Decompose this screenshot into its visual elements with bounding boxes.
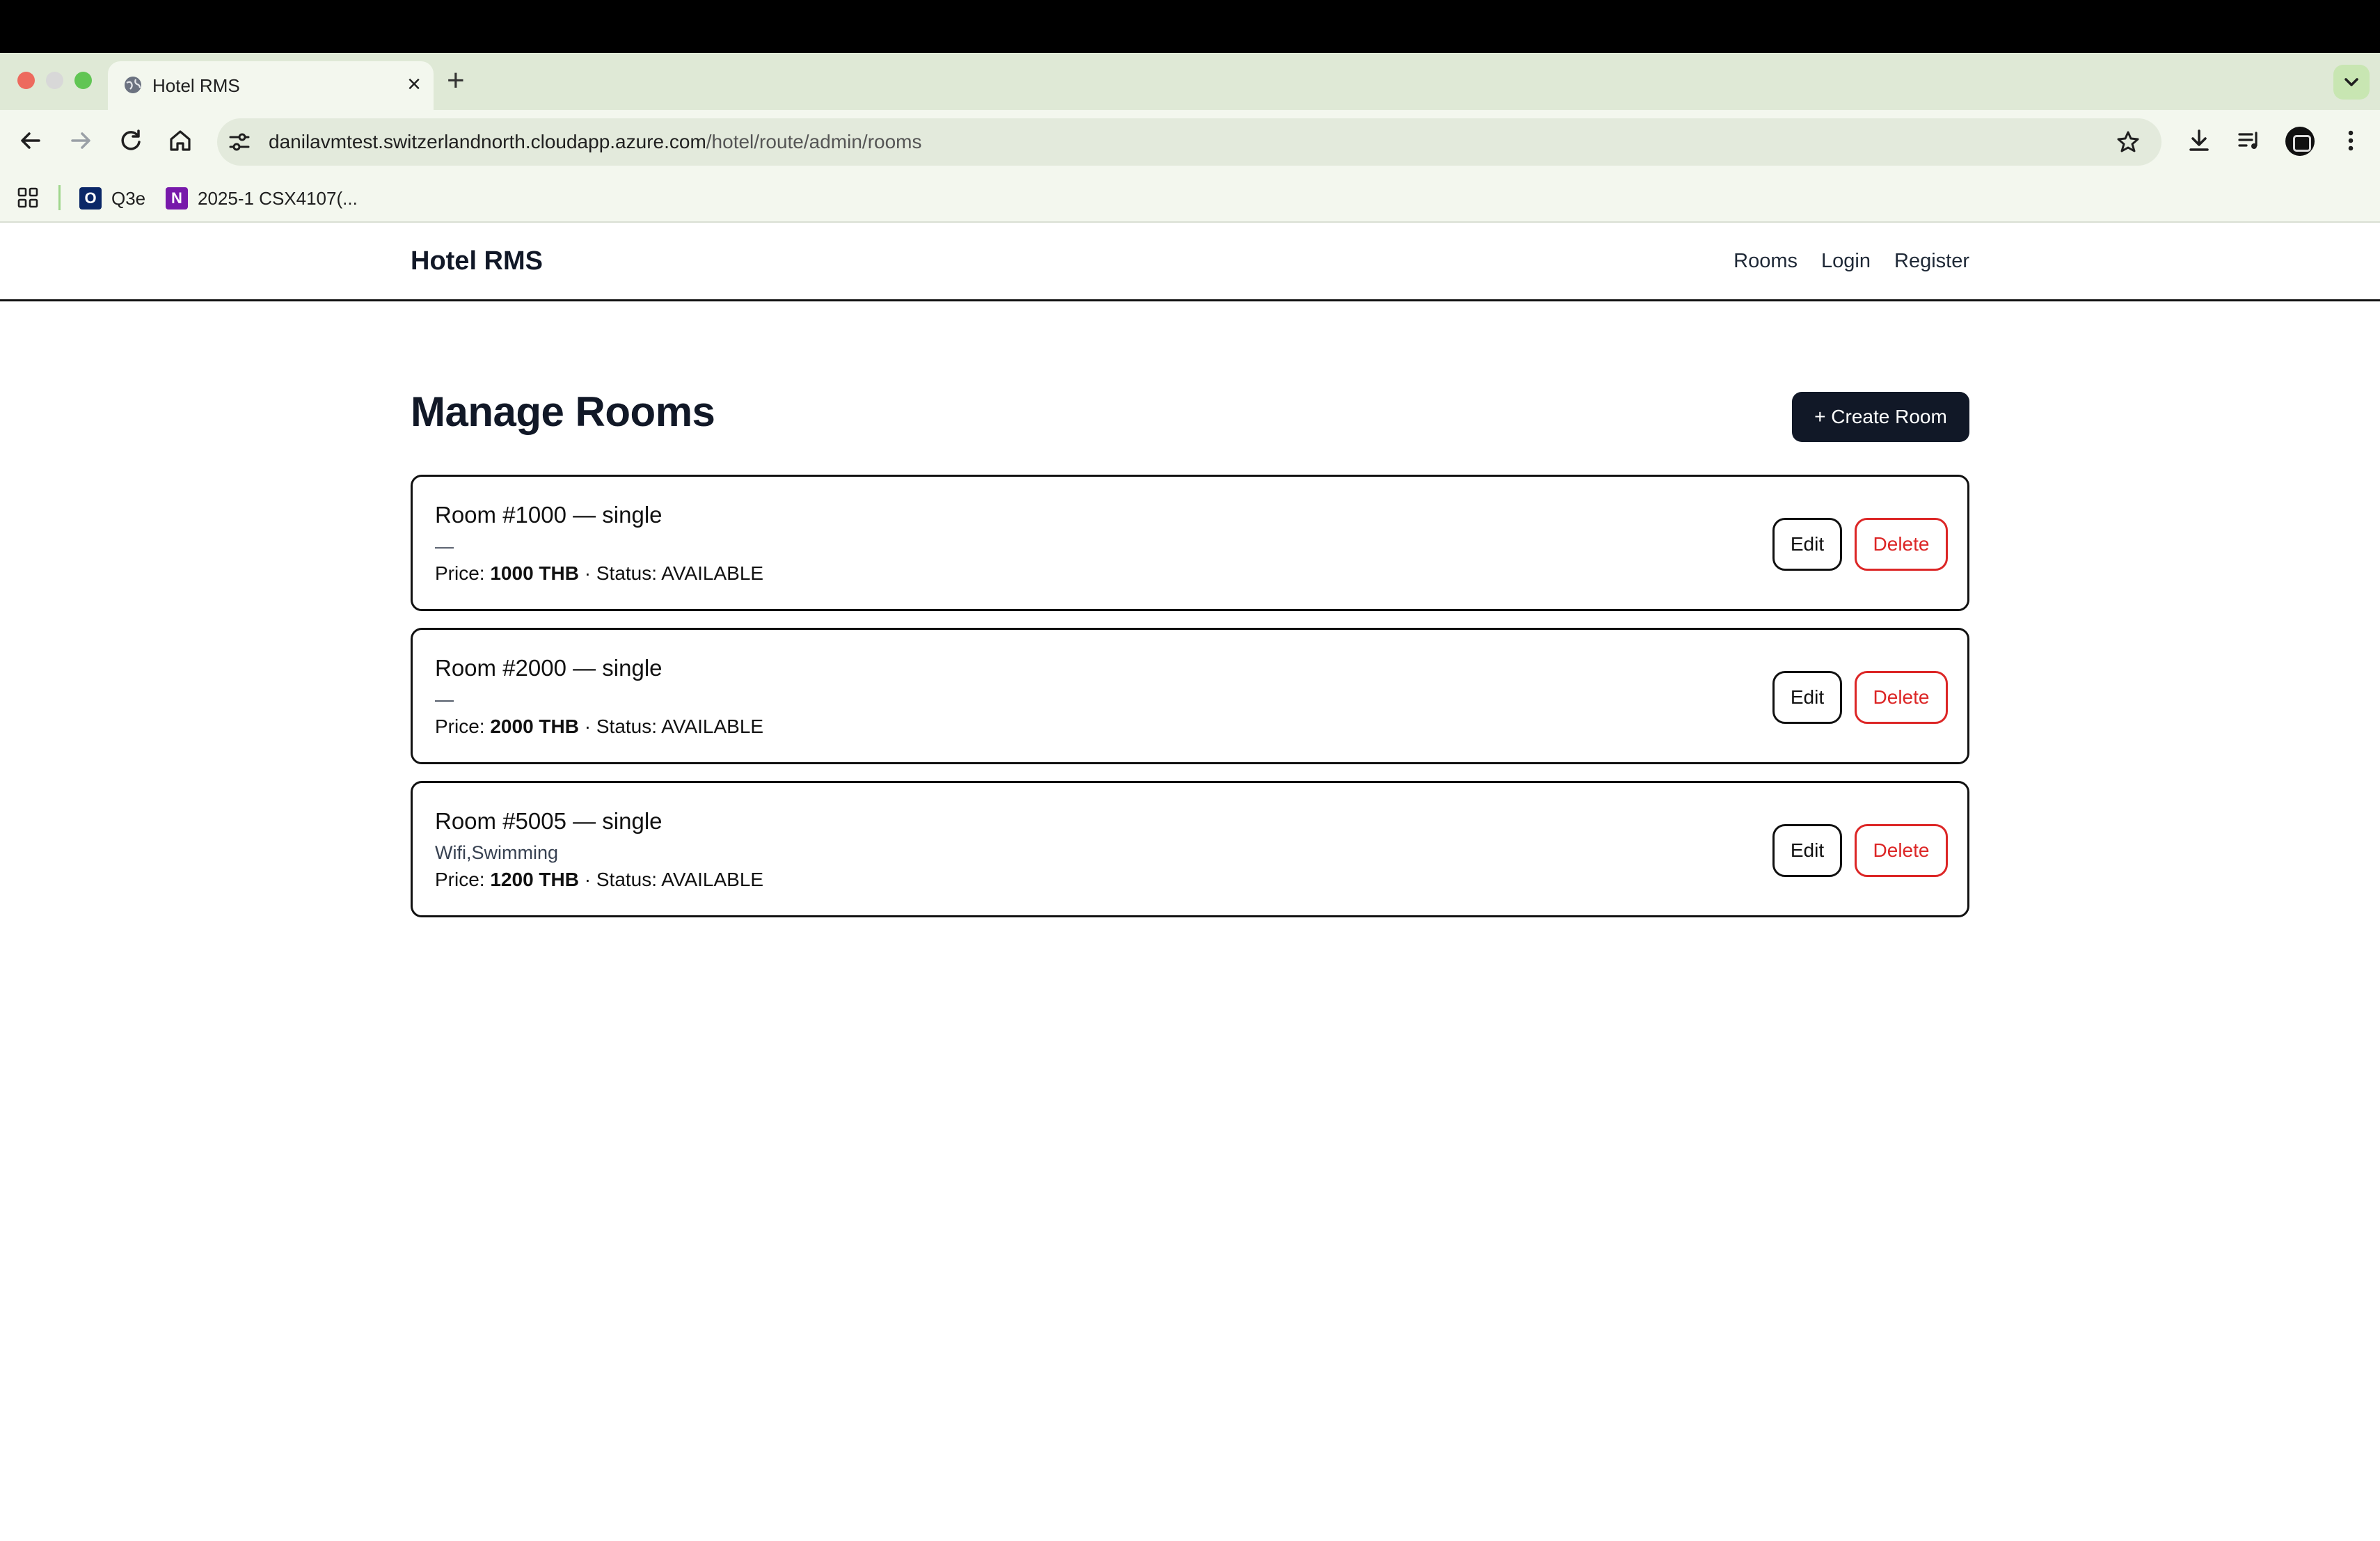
profile-avatar[interactable]	[2285, 127, 2315, 156]
bookmark-label: 2025-1 CSX4107(...	[198, 187, 358, 209]
edit-room-button[interactable]: Edit	[1772, 824, 1842, 877]
address-bar[interactable]: danilavmtest.switzerlandnorth.cloudapp.a…	[217, 118, 2161, 166]
bookmark-star-icon[interactable]	[2114, 128, 2142, 156]
room-card: Room #1000 — single — Price: 1000 THB · …	[411, 475, 1969, 611]
url-host: danilavmtest.switzerlandnorth.cloudapp.a…	[269, 131, 706, 152]
bookmarks-separator	[58, 185, 61, 210]
page-content: Hotel RMS Rooms Login Register Manage Ro…	[0, 223, 2380, 1541]
reload-icon[interactable]	[116, 125, 146, 156]
onenote-icon: N	[166, 187, 188, 210]
nav-login[interactable]: Login	[1821, 246, 1871, 276]
room-meta: Price: 2000 THB · Status: AVAILABLE	[435, 713, 763, 740]
room-amenities: —	[435, 536, 454, 557]
brand-logo[interactable]: Hotel RMS	[411, 245, 543, 277]
media-controls-icon[interactable]	[2234, 125, 2264, 156]
status-label: · Status:	[584, 716, 658, 737]
maximize-window-button[interactable]	[74, 72, 92, 89]
tab-title: Hotel RMS	[152, 75, 240, 96]
status-label: · Status:	[584, 869, 658, 890]
room-card: Room #2000 — single — Price: 2000 THB · …	[411, 628, 1969, 764]
edit-room-button[interactable]: Edit	[1772, 518, 1842, 571]
url-path: /hotel/route/admin/rooms	[706, 131, 922, 152]
site-settings-icon[interactable]	[227, 129, 252, 155]
status-label: · Status:	[584, 562, 658, 584]
outlook-icon: O	[79, 187, 102, 210]
app-header: Hotel RMS Rooms Login Register	[0, 223, 2380, 301]
download-icon[interactable]	[2184, 125, 2214, 156]
forward-arrow-icon[interactable]	[65, 125, 96, 156]
delete-room-button[interactable]: Delete	[1855, 518, 1948, 571]
macos-menubar	[0, 0, 2380, 53]
new-tab-button[interactable]: +	[447, 61, 465, 100]
room-meta: Price: 1000 THB · Status: AVAILABLE	[435, 560, 763, 587]
bookmarks-bar: O Q3e N 2025-1 CSX4107(...	[0, 174, 2380, 223]
bookmark-q3e[interactable]: O Q3e	[79, 174, 145, 223]
room-amenities: —	[435, 689, 454, 710]
chevron-down-icon	[2345, 78, 2358, 86]
globe-icon	[125, 77, 141, 93]
page-title: Manage Rooms	[411, 388, 715, 435]
url-text: danilavmtest.switzerlandnorth.cloudapp.a…	[269, 129, 922, 155]
minimize-window-button[interactable]	[46, 72, 63, 89]
price-label: Price:	[435, 716, 485, 737]
top-navigation: Rooms Login Register	[1734, 246, 1969, 276]
price-label: Price:	[435, 869, 485, 890]
tab-search-button[interactable]	[2333, 65, 2370, 100]
delete-room-button[interactable]: Delete	[1855, 824, 1948, 877]
create-room-button[interactable]: + Create Room	[1792, 392, 1969, 442]
room-list: Room #1000 — single — Price: 1000 THB · …	[411, 475, 1969, 934]
bookmark-label: Q3e	[111, 187, 146, 209]
nav-rooms[interactable]: Rooms	[1734, 246, 1798, 276]
edit-room-button[interactable]: Edit	[1772, 671, 1842, 724]
room-card: Room #5005 — single Wifi,Swimming Price:…	[411, 781, 1969, 917]
bookmark-csx4107[interactable]: N 2025-1 CSX4107(...	[166, 174, 358, 223]
room-price: 1000 THB	[490, 562, 579, 584]
room-status: AVAILABLE	[661, 869, 764, 890]
room-amenities: Wifi,Swimming	[435, 842, 559, 863]
close-window-button[interactable]	[17, 72, 35, 89]
price-label: Price:	[435, 562, 485, 584]
room-title: Room #1000 — single	[435, 502, 663, 528]
nav-register[interactable]: Register	[1894, 246, 1969, 276]
more-menu-icon[interactable]	[2335, 125, 2366, 156]
room-title: Room #5005 — single	[435, 808, 663, 834]
back-arrow-icon[interactable]	[15, 125, 46, 156]
room-status: AVAILABLE	[661, 716, 764, 737]
home-icon[interactable]	[165, 125, 196, 156]
apps-grid-icon[interactable]	[17, 187, 39, 209]
room-price: 2000 THB	[490, 716, 579, 737]
room-status: AVAILABLE	[661, 562, 764, 584]
room-meta: Price: 1200 THB · Status: AVAILABLE	[435, 867, 763, 893]
close-tab-icon[interactable]: ×	[407, 70, 421, 98]
room-price: 1200 THB	[490, 869, 579, 890]
browser-tab[interactable]: Hotel RMS ×	[108, 61, 434, 110]
delete-room-button[interactable]: Delete	[1855, 671, 1948, 724]
room-title: Room #2000 — single	[435, 655, 663, 681]
